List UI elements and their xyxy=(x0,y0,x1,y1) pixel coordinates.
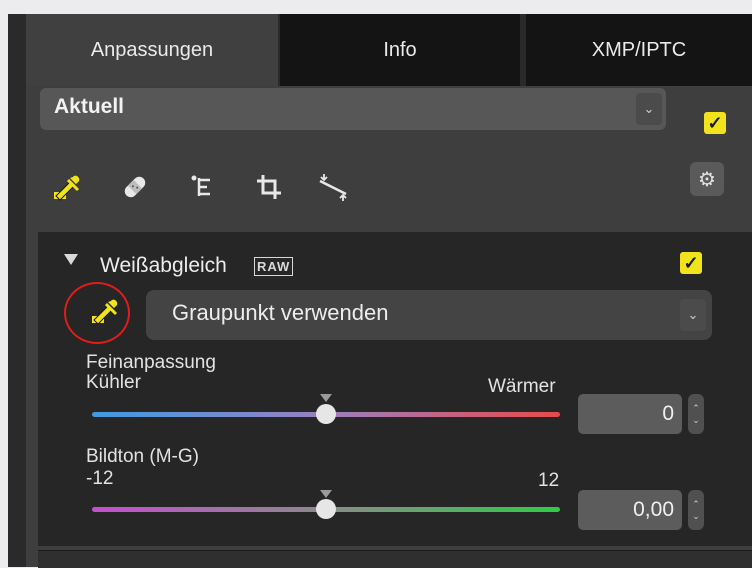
tab-xmp-iptc[interactable]: XMP/IPTC xyxy=(526,14,752,86)
fine-tune-max-label: Wärmer xyxy=(488,376,556,397)
tint-min-label: -12 xyxy=(86,468,114,489)
temperature-value-field[interactable]: 0 xyxy=(578,394,682,434)
tab-label: Info xyxy=(383,38,417,61)
white-balance-enabled-checkbox[interactable]: ✓ xyxy=(680,252,702,274)
preset-select[interactable]: Aktuell ⌄ xyxy=(40,88,666,130)
bandage-icon[interactable] xyxy=(118,170,152,204)
tint-value: 0,00 xyxy=(633,498,674,521)
preset-value: Aktuell xyxy=(54,95,125,118)
crop-icon[interactable] xyxy=(252,170,286,204)
collapse-triangle-icon[interactable] xyxy=(64,254,78,265)
tab-label: XMP/IPTC xyxy=(591,38,687,61)
settings-button[interactable]: ⚙ xyxy=(690,162,724,196)
straighten-icon[interactable] xyxy=(316,170,350,204)
temperature-stepper[interactable]: ⌃ ⌄ xyxy=(688,394,704,434)
tint-label: Bildton (M-G) xyxy=(86,446,199,467)
fine-tune-label: Feinanpassung xyxy=(86,352,216,373)
tab-info[interactable]: Info xyxy=(280,14,520,86)
tab-anpassungen[interactable]: Anpassungen xyxy=(26,14,278,86)
highlight-circle xyxy=(64,282,130,344)
fine-tune-min-label: Kühler xyxy=(86,372,141,393)
eyedropper-icon[interactable] xyxy=(50,170,84,204)
next-section-edge xyxy=(38,550,752,568)
levels-icon[interactable] xyxy=(186,170,220,204)
white-balance-mode-value: Graupunkt verwenden xyxy=(172,300,389,325)
section-title: Weißabgleich xyxy=(100,254,227,277)
temperature-slider-thumb[interactable] xyxy=(316,404,336,424)
raw-badge: RAW xyxy=(254,257,294,276)
default-marker-icon xyxy=(320,394,332,402)
tint-slider-thumb[interactable] xyxy=(316,499,336,519)
default-marker-icon xyxy=(320,490,332,498)
preset-enabled-checkbox[interactable]: ✓ xyxy=(704,112,726,134)
tab-label: Anpassungen xyxy=(90,38,214,61)
tint-value-field[interactable]: 0,00 xyxy=(578,490,682,530)
tint-stepper[interactable]: ⌃ ⌄ xyxy=(688,490,704,530)
chevron-down-icon[interactable]: ⌄ xyxy=(680,299,706,331)
white-balance-mode-select[interactable]: Graupunkt verwenden ⌄ xyxy=(146,290,712,340)
temperature-value: 0 xyxy=(662,402,674,425)
tint-max-label: 12 xyxy=(538,470,560,491)
chevron-down-icon[interactable]: ⌄ xyxy=(636,93,662,125)
gear-icon: ⚙ xyxy=(698,168,716,191)
